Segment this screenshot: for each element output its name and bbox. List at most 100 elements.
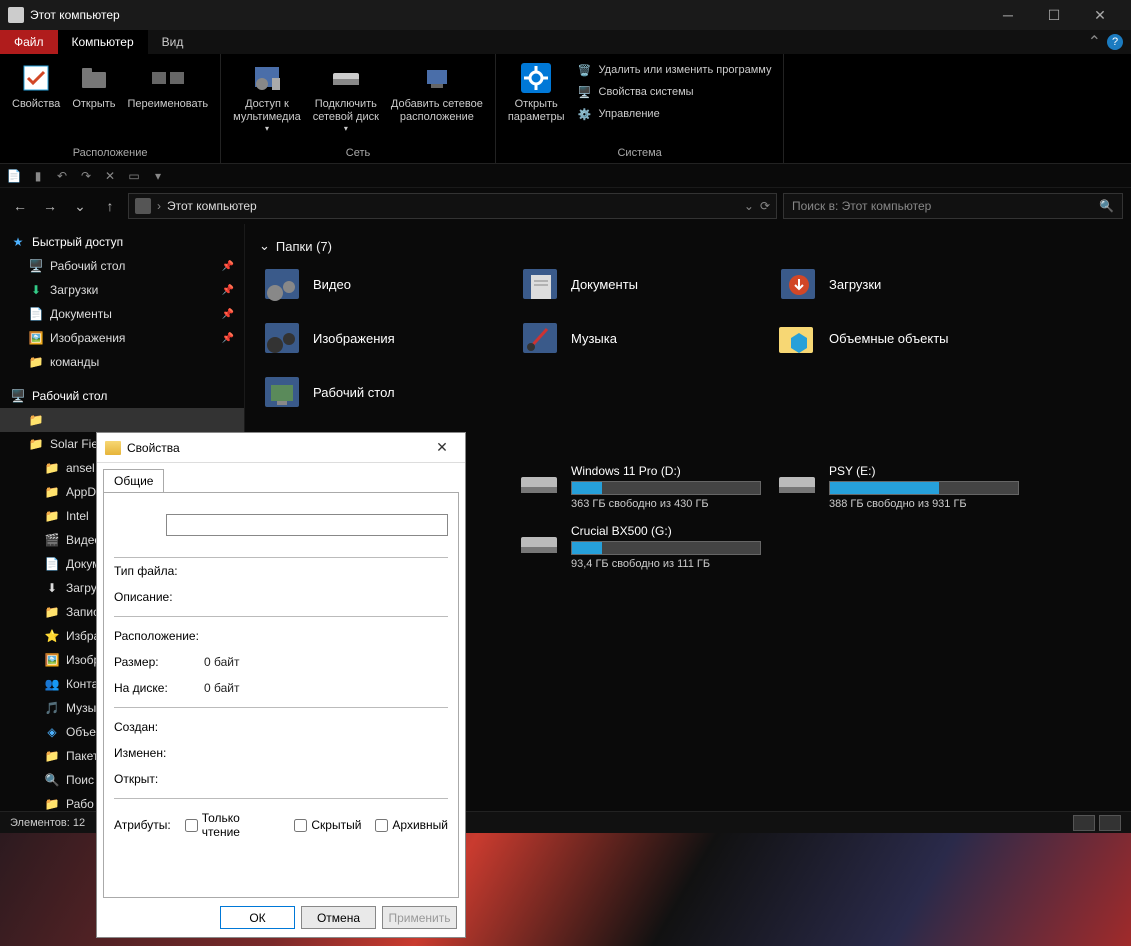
folder-icon: 📁 (28, 354, 44, 370)
media-access-button[interactable]: Доступ к мультимедиа ▾ (227, 56, 307, 138)
name-input[interactable] (166, 514, 448, 536)
tab-view[interactable]: Вид (148, 30, 198, 54)
pin-icon: 📌 (222, 261, 234, 272)
apply-button[interactable]: Применить (382, 906, 457, 929)
folder-downloads[interactable]: Загрузки (775, 264, 1025, 304)
hidden-checkbox[interactable]: Скрытый (294, 818, 361, 832)
view-details-button[interactable] (1073, 815, 1095, 831)
recent-dropdown[interactable]: ⌄ (68, 194, 92, 218)
folder-desktop[interactable]: Рабочий стол (259, 372, 509, 412)
archive-checkbox[interactable]: Архивный (375, 818, 448, 832)
uninstall-button[interactable]: 🗑️Удалить или изменить программу (577, 60, 772, 80)
open-button[interactable]: Открыть (66, 56, 121, 115)
drive-e[interactable]: PSY (E:)388 ГБ свободно из 931 ГБ (775, 464, 1025, 510)
dialog-titlebar[interactable]: Свойства ✕ (97, 433, 465, 463)
close-button[interactable]: ✕ (1077, 0, 1123, 30)
capacity-bar (829, 481, 1019, 495)
view-large-button[interactable] (1099, 815, 1121, 831)
maximize-button[interactable]: ☐ (1031, 0, 1077, 30)
video-folder-icon (259, 264, 303, 304)
cancel-button[interactable]: Отмена (301, 906, 376, 929)
search-box[interactable]: Поиск в: Этот компьютер 🔍 (783, 193, 1123, 219)
pictures-icon: 🖼️ (28, 330, 44, 346)
rename-icon (152, 62, 184, 94)
sidebar-item-empty[interactable]: 📁 (0, 408, 244, 432)
manage-button[interactable]: ⚙️Управление (577, 104, 772, 124)
media-icon (251, 62, 283, 94)
sidebar-item-desktop[interactable]: 🖥️Рабочий стол📌 (0, 254, 244, 278)
quick-access-toolbar: 📄 ▮ ↶ ↷ ✕ ▭ ▾ (0, 164, 1131, 188)
group-network-label: Сеть (227, 145, 489, 161)
drive-g[interactable]: Crucial BX500 (G:)93,4 ГБ свободно из 11… (517, 524, 767, 570)
sidebar-item-documents[interactable]: 📄Документы📌 (0, 302, 244, 326)
tab-general[interactable]: Общие (103, 469, 164, 492)
folder-documents[interactable]: Документы (517, 264, 767, 304)
pictures-icon: 🖼️ (44, 652, 60, 668)
minimize-button[interactable]: ─ (985, 0, 1031, 30)
system-properties-button[interactable]: 🖥️Свойства системы (577, 82, 772, 102)
qat-delete-icon[interactable]: ✕ (102, 168, 118, 184)
ribbon-tabs: Файл Компьютер Вид ⌃ ? (0, 30, 1131, 54)
desktop-header[interactable]: 🖥️Рабочий стол (0, 384, 244, 408)
size-value: 0 байт (204, 655, 239, 669)
ribbon: Свойства Открыть Переименовать Расположе… (0, 54, 1131, 164)
tab-computer[interactable]: Компьютер (58, 30, 148, 54)
drive-icon (775, 464, 819, 504)
forward-button[interactable]: → (38, 194, 62, 218)
desc-label: Описание: (114, 590, 204, 604)
documents-folder-icon (517, 264, 561, 304)
help-icon[interactable]: ? (1107, 34, 1123, 50)
folder-3d-objects[interactable]: Объемные объекты (775, 318, 1025, 358)
up-button[interactable]: ↑ (98, 194, 122, 218)
qat-props-icon[interactable]: ▭ (126, 168, 142, 184)
sidebar-item-downloads[interactable]: ⬇Загрузки📌 (0, 278, 244, 302)
item-count: Элементов: 12 (10, 817, 85, 829)
properties-button[interactable]: Свойства (6, 56, 66, 115)
qat-undo-icon[interactable]: ↶ (54, 168, 70, 184)
folder-icon (105, 441, 121, 455)
collapse-ribbon-icon[interactable]: ⌃ (1088, 32, 1101, 52)
documents-icon: 📄 (28, 306, 44, 322)
folder-pictures[interactable]: Изображения (259, 318, 509, 358)
folder-icon: 📁 (44, 796, 60, 811)
quick-access-header[interactable]: ★Быстрый доступ (0, 230, 244, 254)
contacts-icon: 👥 (44, 676, 60, 692)
desktop-icon: 🖥️ (10, 388, 26, 404)
qat-more-icon[interactable]: ▾ (150, 168, 166, 184)
rename-button[interactable]: Переименовать (122, 56, 215, 115)
folder-icon: 📁 (44, 484, 60, 500)
qat-copy-icon[interactable]: ▮ (30, 168, 46, 184)
sidebar-item-pictures[interactable]: 🖼️Изображения📌 (0, 326, 244, 350)
folder-music[interactable]: Музыка (517, 318, 767, 358)
qat-new-icon[interactable]: 📄 (6, 168, 22, 184)
desktop-folder-icon (259, 372, 303, 412)
navigation-bar: ← → ⌄ ↑ › Этот компьютер ⌄ ⟳ Поиск в: Эт… (0, 188, 1131, 224)
downloads-icon: ⬇ (28, 282, 44, 298)
app-icon (8, 7, 24, 23)
dialog-close-button[interactable]: ✕ (427, 439, 457, 456)
address-dropdown-icon[interactable]: ⌄ (744, 199, 754, 213)
downloads-folder-icon (775, 264, 819, 304)
properties-dialog[interactable]: Свойства ✕ Общие Тип файла: Описание: Ра… (96, 432, 466, 938)
readonly-checkbox[interactable]: Только чтение (185, 811, 281, 839)
folders-section-header[interactable]: ⌄Папки (7) (259, 232, 1117, 264)
folder-video[interactable]: Видео (259, 264, 509, 304)
address-bar[interactable]: › Этот компьютер ⌄ ⟳ (128, 193, 777, 219)
objects-folder-icon (775, 318, 819, 358)
settings-gear-icon (520, 62, 552, 94)
music-icon: 🎵 (44, 700, 60, 716)
sidebar-item-commands[interactable]: 📁команды (0, 350, 244, 374)
map-drive-button[interactable]: Подключить сетевой диск ▾ (307, 56, 385, 138)
size-label: Размер: (114, 655, 204, 669)
drive-d[interactable]: Windows 11 Pro (D:)363 ГБ свободно из 43… (517, 464, 767, 510)
qat-redo-icon[interactable]: ↷ (78, 168, 94, 184)
back-button[interactable]: ← (8, 194, 32, 218)
open-settings-button[interactable]: Открыть параметры (502, 56, 571, 128)
tab-file[interactable]: Файл (0, 30, 58, 54)
pictures-folder-icon (259, 318, 303, 358)
titlebar[interactable]: Этот компьютер ─ ☐ ✕ (0, 0, 1131, 30)
add-net-location-button[interactable]: Добавить сетевое расположение (385, 56, 489, 128)
refresh-icon[interactable]: ⟳ (760, 199, 770, 213)
video-icon: 🎬 (44, 532, 60, 548)
ok-button[interactable]: ОК (220, 906, 295, 929)
